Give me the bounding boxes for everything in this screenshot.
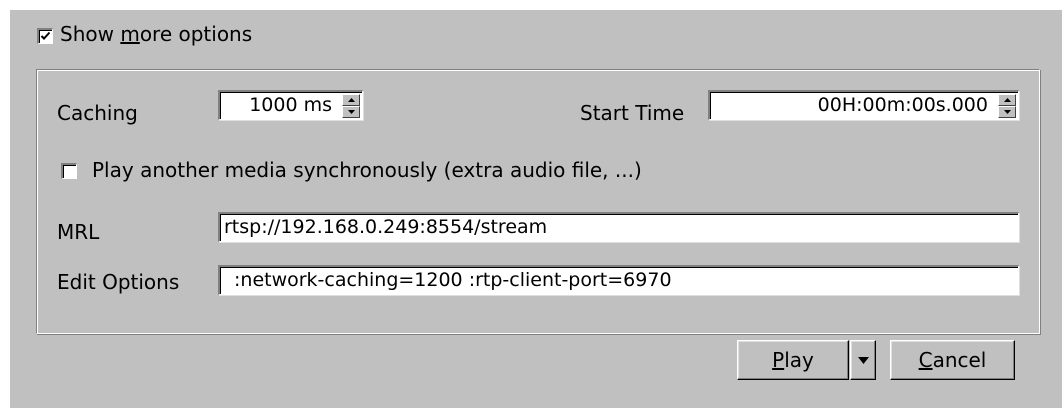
checkmark-icon — [40, 31, 51, 40]
edit-options-label: Edit Options — [57, 270, 180, 294]
mrl-input[interactable]: rtsp://192.168.0.249:8554/stream — [218, 212, 1019, 242]
play-button[interactable]: Play — [737, 340, 849, 380]
spin-down-arrow-icon — [1003, 110, 1011, 114]
caching-spin-up[interactable] — [342, 94, 360, 106]
open-media-options-panel: Show more options Caching 1000 ms Start … — [10, 10, 1062, 408]
start-time-value[interactable]: 00H:00m:00s.000 — [818, 92, 988, 119]
spin-up-arrow-icon — [1003, 98, 1011, 102]
caching-label: Caching — [57, 101, 138, 125]
show-more-options-label[interactable]: Show more options — [60, 21, 252, 47]
caching-spin-buttons — [342, 94, 360, 118]
caching-spin-down[interactable] — [342, 106, 360, 118]
sync-media-label[interactable]: Play another media synchronously (extra … — [92, 157, 642, 183]
play-button-label: Play — [772, 348, 814, 372]
cancel-button[interactable]: Cancel — [890, 340, 1015, 380]
start-time-spin-buttons — [998, 94, 1016, 118]
play-dropdown-button[interactable] — [850, 340, 876, 380]
start-time-spin-up[interactable] — [998, 94, 1016, 106]
edit-options-input[interactable]: :network-caching=1200 :rtp-client-port=6… — [218, 265, 1019, 295]
dropdown-arrow-icon — [857, 356, 869, 364]
start-time-spin-down[interactable] — [998, 106, 1016, 118]
edit-options-value[interactable]: :network-caching=1200 :rtp-client-port=6… — [234, 267, 672, 294]
show-more-options-checkbox[interactable] — [37, 28, 53, 44]
cancel-button-label: Cancel — [918, 348, 987, 372]
spin-down-arrow-icon — [347, 110, 355, 114]
caching-value[interactable]: 1000 ms — [249, 92, 332, 119]
mrl-value[interactable]: rtsp://192.168.0.249:8554/stream — [224, 214, 547, 241]
start-time-spinbox[interactable]: 00H:00m:00s.000 — [708, 90, 1019, 120]
caching-spinbox[interactable]: 1000 ms — [218, 90, 363, 120]
spin-up-arrow-icon — [347, 98, 355, 102]
sync-media-checkbox[interactable] — [61, 163, 77, 179]
start-time-label: Start Time — [580, 101, 685, 125]
mrl-label: MRL — [57, 220, 100, 244]
